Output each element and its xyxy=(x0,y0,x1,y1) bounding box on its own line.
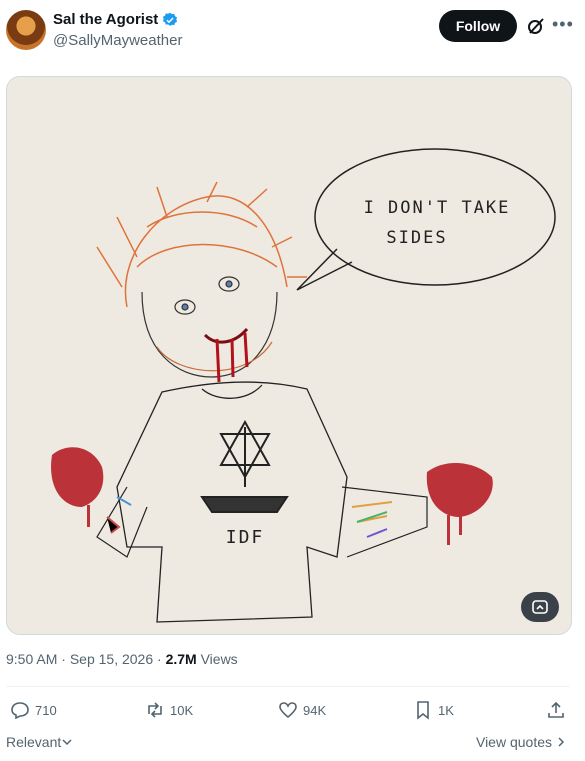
post-time[interactable]: 9:50 AM xyxy=(6,651,57,667)
image-edit-icon xyxy=(532,600,548,614)
drawing: I DON'T TAKE SIDES IDF xyxy=(51,148,556,623)
like-button[interactable]: 94K xyxy=(278,700,326,720)
share-button[interactable] xyxy=(546,700,571,720)
hair xyxy=(96,181,307,308)
verified-badge-icon xyxy=(163,12,178,26)
face xyxy=(141,276,278,378)
repost-count: 10K xyxy=(170,702,194,718)
user-handle[interactable]: @SallyMayweather xyxy=(53,32,182,49)
shirt-text: IDF xyxy=(226,527,265,548)
post-date[interactable]: Sep 15, 2026 xyxy=(70,651,153,667)
more-options-icon[interactable]: ••• xyxy=(552,14,574,35)
speech-line-1: I DON'T TAKE xyxy=(364,198,511,218)
views-label: Views xyxy=(200,651,238,667)
heart-icon xyxy=(279,702,297,719)
like-count: 94K xyxy=(303,702,327,718)
divider-top xyxy=(6,686,570,687)
sort-dropdown[interactable]: Relevant xyxy=(6,734,73,750)
bookmark-button[interactable]: 1K xyxy=(413,700,454,720)
sort-label: Relevant xyxy=(6,734,62,750)
repost-button[interactable]: 10K xyxy=(145,700,193,720)
display-name-text: Sal the Agorist xyxy=(53,11,159,28)
view-quotes-label: View quotes xyxy=(475,734,552,750)
repost-icon xyxy=(148,702,162,718)
share-icon xyxy=(548,701,564,718)
idf-emblem xyxy=(200,419,289,513)
speech-line-2: SIDES xyxy=(386,228,447,248)
bookmark-count: 1K xyxy=(438,702,454,718)
grok-icon[interactable] xyxy=(526,16,546,36)
image-options-button[interactable] xyxy=(521,592,559,622)
chevron-right-icon xyxy=(558,737,565,747)
views-count: 2.7M xyxy=(165,651,197,667)
avatar[interactable] xyxy=(6,10,46,50)
reply-icon xyxy=(11,702,29,720)
follow-button[interactable]: Follow xyxy=(439,10,517,42)
display-name[interactable]: Sal the Agorist xyxy=(53,11,178,28)
view-quotes-link[interactable]: View quotes xyxy=(476,734,567,750)
blood-drips xyxy=(215,332,249,383)
reply-count: 710 xyxy=(35,702,57,718)
action-bar: 710 10K 94K 1K xyxy=(0,700,585,724)
chevron-down-icon xyxy=(62,739,72,746)
bookmark-icon xyxy=(417,701,429,720)
post-image[interactable]: I DON'T TAKE SIDES IDF xyxy=(6,76,572,635)
post-meta: 9:50 AM · Sep 15, 2026 · 2.7M Views xyxy=(6,651,238,667)
reply-button[interactable]: 710 xyxy=(10,700,57,720)
